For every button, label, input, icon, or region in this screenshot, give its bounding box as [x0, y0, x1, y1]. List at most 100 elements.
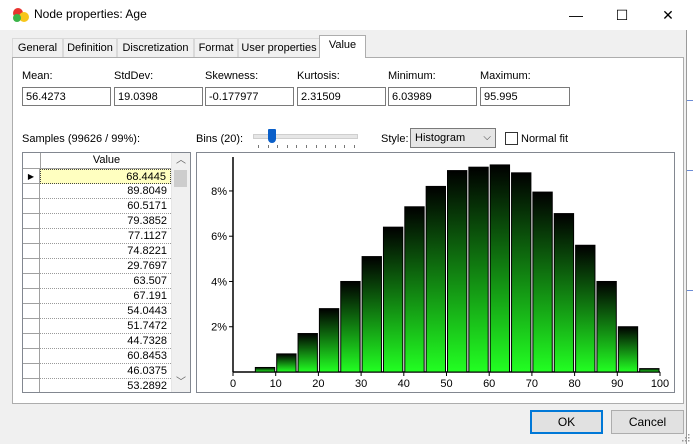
row-header[interactable]	[23, 244, 39, 259]
row-header[interactable]	[23, 289, 39, 304]
slider-tick	[286, 145, 288, 148]
row-header[interactable]	[23, 274, 39, 289]
current-row-indicator-icon[interactable]: ▶	[23, 169, 39, 184]
row-header[interactable]	[23, 319, 39, 334]
histogram-bar	[532, 191, 553, 373]
kurtosis-field[interactable]: 2.31509	[297, 87, 386, 106]
background-window	[686, 30, 693, 444]
maximum-field[interactable]: 95.995	[480, 87, 570, 106]
style-select[interactable]: Histogram ⌵	[410, 128, 496, 148]
maximize-button[interactable]: ☐	[599, 0, 645, 30]
slider-tick	[296, 145, 298, 148]
scroll-up-icon[interactable]: ︿	[172, 153, 190, 169]
value-cell[interactable]: 79.3852	[40, 214, 171, 229]
tab-user-properties[interactable]: User properties	[238, 38, 320, 57]
mean-label: Mean:	[22, 70, 53, 82]
row-header[interactable]	[23, 259, 39, 274]
mean-field[interactable]: 56.4273	[22, 87, 111, 106]
resize-grip-icon[interactable]	[680, 432, 690, 442]
histogram-bar	[447, 170, 468, 373]
table-row[interactable]: 79.3852	[23, 214, 171, 229]
value-cell[interactable]: 60.5171	[40, 199, 171, 214]
table-row[interactable]: 60.5171	[23, 199, 171, 214]
table-row[interactable]: 63.507	[23, 274, 171, 289]
tab-format[interactable]: Format	[194, 38, 238, 57]
slider-tick	[306, 145, 307, 148]
tab-value[interactable]: Value	[319, 35, 366, 58]
minimum-field[interactable]: 6.03989	[388, 87, 477, 106]
y-tick-label: 6%	[211, 231, 227, 243]
slider-tick	[315, 145, 317, 148]
row-header[interactable]	[23, 379, 39, 392]
value-cell[interactable]: 29.7697	[40, 259, 171, 274]
value-cell[interactable]: 53.2892	[40, 379, 171, 392]
table-row[interactable]: 29.7697	[23, 259, 171, 274]
bins-label: Bins (20):	[196, 133, 244, 145]
value-cell[interactable]: 54.0443	[40, 304, 171, 319]
samples-grid[interactable]: Value ▶ 68.4445 89.8049 60.5171 79.3852 77.11…	[22, 152, 191, 393]
value-cell[interactable]: 68.4445	[40, 169, 171, 184]
table-row[interactable]: 67.191	[23, 289, 171, 304]
tab-discretization[interactable]: Discretization	[117, 38, 194, 57]
style-select-value: Histogram	[415, 132, 466, 144]
row-header[interactable]	[23, 214, 39, 229]
row-header[interactable]	[23, 199, 39, 214]
minimize-button[interactable]: —	[553, 0, 599, 30]
normal-fit-label[interactable]: Normal fit	[521, 133, 568, 145]
value-cell[interactable]: 46.0375	[40, 364, 171, 379]
tab-general[interactable]: General	[12, 38, 63, 57]
stddev-field[interactable]: 19.0398	[114, 87, 203, 106]
x-tick-label: 100	[651, 378, 669, 390]
value-cell[interactable]: 77.1127	[40, 229, 171, 244]
row-header[interactable]	[23, 334, 39, 349]
value-cell[interactable]: 63.507	[40, 274, 171, 289]
row-header[interactable]	[23, 364, 39, 379]
grid-vertical-scrollbar[interactable]: ︿ ﹀	[171, 153, 190, 392]
skewness-field[interactable]: -0.177977	[205, 87, 294, 106]
histogram-chart: 0 10 20 30 40 50 60 70 80 90 100 2% 4% 6% 8%	[211, 157, 669, 390]
scroll-down-icon[interactable]: ﹀	[172, 375, 190, 391]
table-row[interactable]: 51.7472	[23, 319, 171, 334]
style-label: Style:	[381, 133, 409, 145]
table-row[interactable]: 74.8221	[23, 244, 171, 259]
row-header[interactable]	[23, 304, 39, 319]
normal-fit-checkbox[interactable]	[505, 132, 518, 145]
value-cell[interactable]: 44.7328	[40, 334, 171, 349]
table-row[interactable]: 89.8049	[23, 184, 171, 199]
slider-tick	[277, 145, 279, 148]
table-row[interactable]: 54.0443	[23, 304, 171, 319]
cancel-button[interactable]: Cancel	[611, 410, 684, 434]
value-cell[interactable]: 89.8049	[40, 184, 171, 199]
bins-slider-thumb[interactable]	[268, 129, 276, 143]
minimum-label: Minimum:	[388, 70, 436, 82]
table-row[interactable]: 60.8453	[23, 349, 171, 364]
node-app-icon	[13, 8, 29, 22]
tab-definition[interactable]: Definition	[63, 38, 117, 57]
ok-button[interactable]: OK	[530, 410, 603, 434]
value-cell[interactable]: 51.7472	[40, 319, 171, 334]
value-cell[interactable]: 60.8453	[40, 349, 171, 364]
row-header[interactable]	[23, 229, 39, 244]
table-row[interactable]: ▶ 68.4445	[23, 169, 171, 184]
table-row[interactable]: 44.7328	[23, 334, 171, 349]
histogram-bar	[318, 308, 340, 373]
x-tick-label: 30	[355, 378, 367, 390]
table-row[interactable]: 53.2892	[23, 379, 171, 392]
value-cell[interactable]: 74.8221	[40, 244, 171, 259]
x-tick-label: 80	[568, 378, 580, 390]
slider-tick	[267, 145, 269, 148]
table-row[interactable]: 46.0375	[23, 364, 171, 379]
value-column-header[interactable]: Value	[40, 153, 172, 168]
histogram-bar	[276, 353, 297, 373]
close-button[interactable]: ✕	[645, 0, 691, 30]
row-header[interactable]	[23, 349, 39, 364]
histogram-bar	[361, 256, 382, 373]
value-cell[interactable]: 67.191	[40, 289, 171, 304]
row-header[interactable]	[23, 184, 39, 199]
stddev-label: StdDev:	[114, 70, 154, 82]
scrollbar-thumb[interactable]	[174, 170, 187, 187]
chevron-down-icon: ⌵	[483, 132, 491, 143]
slider-tick	[344, 145, 346, 148]
table-row[interactable]: 77.1127	[23, 229, 171, 244]
y-tick-label: 4%	[211, 276, 227, 288]
